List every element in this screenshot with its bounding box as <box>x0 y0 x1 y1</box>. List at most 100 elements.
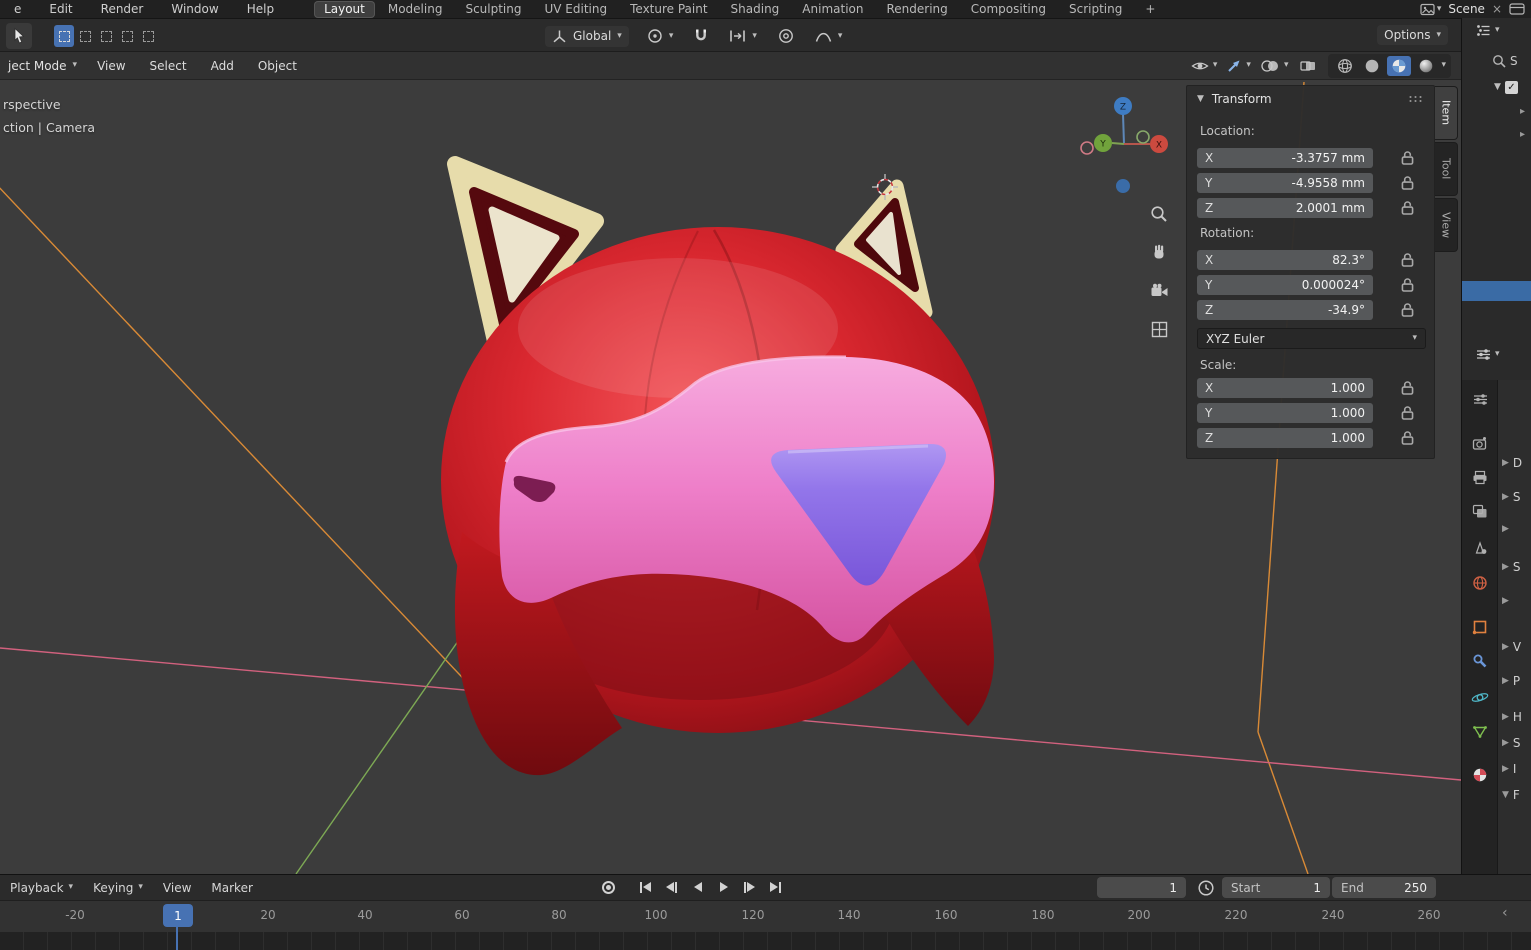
menu-render[interactable]: Render <box>87 2 158 16</box>
lock-icon[interactable] <box>1399 405 1416 421</box>
rotation-x-field[interactable]: X 82.3° <box>1197 250 1373 270</box>
outliner-collection-row[interactable]: ▼ ✓ <box>1494 81 1518 94</box>
zoom-button[interactable] <box>1146 201 1172 227</box>
menu-window[interactable]: Window <box>157 2 232 16</box>
properties-tab-scene[interactable] <box>1462 533 1498 561</box>
current-frame-field[interactable]: 1 <box>1097 877 1186 898</box>
properties-panel-row-expanded[interactable]: ▼F <box>1502 788 1520 802</box>
gizmo-x-neg-axis[interactable] <box>1081 142 1093 154</box>
playhead-frame-badge[interactable]: 1 <box>163 904 193 927</box>
select-mode-new[interactable] <box>54 25 74 47</box>
transform-panel-header[interactable]: ▼ Transform <box>1187 86 1434 112</box>
panel-grip-icon[interactable] <box>1408 95 1424 103</box>
scene-name[interactable]: Scene <box>1448 2 1485 16</box>
prev-keyframe-button[interactable] <box>660 876 683 898</box>
orthographic-toggle-button[interactable] <box>1146 316 1172 342</box>
active-tool-tweak-button[interactable] <box>6 23 32 49</box>
pan-button[interactable] <box>1146 239 1172 265</box>
properties-panel-row[interactable]: ▶S <box>1502 560 1521 574</box>
properties-tab-render[interactable] <box>1462 429 1498 457</box>
properties-panel-row[interactable]: ▶D <box>1502 456 1522 470</box>
select-mode-invert[interactable] <box>117 25 137 47</box>
properties-panel-row[interactable]: ▶P <box>1502 674 1520 688</box>
outliner-expand-icon[interactable]: ▸ <box>1520 106 1525 117</box>
rotation-z-field[interactable]: Z -34.9° <box>1197 300 1373 320</box>
scale-x-field[interactable]: X 1.000 <box>1197 378 1373 398</box>
properties-tab-physics[interactable] <box>1462 683 1498 711</box>
snapping-settings-dropdown[interactable]: ▾ <box>722 26 764 46</box>
lock-icon[interactable] <box>1399 380 1416 396</box>
location-z-field[interactable]: Z 2.0001 mm <box>1197 198 1373 218</box>
scale-y-field[interactable]: Y 1.000 <box>1197 403 1373 423</box>
workspace-tab-layout[interactable]: Layout <box>314 1 375 18</box>
menu-add[interactable]: Add <box>199 57 246 75</box>
properties-panel-row[interactable]: ▶ <box>1502 524 1513 534</box>
timeline-ruler[interactable]: -20 20 40 60 80 100 120 140 160 180 200 … <box>0 900 1531 932</box>
next-keyframe-button[interactable] <box>738 876 761 898</box>
playback-dropdown[interactable]: Playback▾ <box>0 881 83 895</box>
play-reverse-button[interactable] <box>686 876 709 898</box>
shading-material-button[interactable] <box>1387 56 1411 76</box>
editor-type-properties-button[interactable]: ▾ <box>1476 348 1500 361</box>
camera-view-button[interactable] <box>1146 278 1172 304</box>
rotation-y-field[interactable]: Y 0.000024° <box>1197 275 1373 295</box>
workspace-tab-rendering[interactable]: Rendering <box>876 1 957 18</box>
gizmo-y-neg-axis[interactable] <box>1137 131 1149 143</box>
transform-orientation-dropdown[interactable]: Global ▾ <box>545 26 629 47</box>
select-mode-subtract[interactable] <box>96 25 116 47</box>
view-layer-icon[interactable] <box>1509 3 1525 15</box>
lock-icon[interactable] <box>1399 175 1416 191</box>
workspace-tab-animation[interactable]: Animation <box>792 1 873 18</box>
shading-rendered-button[interactable] <box>1414 56 1438 76</box>
xray-toggle[interactable] <box>1297 56 1319 76</box>
menu-file[interactable]: e <box>0 2 35 16</box>
properties-tab-object[interactable] <box>1462 613 1498 641</box>
properties-tab-view-layer[interactable] <box>1462 497 1498 525</box>
properties-panel-row[interactable]: ▶ <box>1502 596 1513 606</box>
lock-icon[interactable] <box>1399 150 1416 166</box>
play-button[interactable] <box>712 876 735 898</box>
workspace-tab-shading[interactable]: Shading <box>721 1 790 18</box>
menu-select[interactable]: Select <box>138 57 199 75</box>
workspace-tab-texture-paint[interactable]: Texture Paint <box>620 1 717 18</box>
frame-start-field[interactable]: Start 1 <box>1222 877 1330 898</box>
viewport-3d[interactable]: rspective ction | Camera Z X Y <box>0 80 1461 874</box>
properties-panel-row[interactable]: ▶V <box>1502 640 1521 654</box>
scale-z-field[interactable]: Z 1.000 <box>1197 428 1373 448</box>
gizmo-z-neg-axis[interactable] <box>1116 179 1130 193</box>
lock-icon[interactable] <box>1399 252 1416 268</box>
properties-tab-output[interactable] <box>1462 463 1498 491</box>
n-panel-tab-view[interactable]: View <box>1435 198 1458 252</box>
properties-panel-row[interactable]: ▶S <box>1502 736 1521 750</box>
workspace-tab-modeling[interactable]: Modeling <box>378 1 453 18</box>
lock-icon[interactable] <box>1399 200 1416 216</box>
menu-view[interactable]: View <box>85 57 137 75</box>
timeline-scroll-strip[interactable] <box>0 932 1531 950</box>
use-preview-range-toggle[interactable] <box>1197 879 1215 897</box>
workspace-tab-sculpting[interactable]: Sculpting <box>455 1 531 18</box>
jump-to-start-button[interactable] <box>634 876 657 898</box>
snapping-toggle[interactable] <box>691 25 711 47</box>
timeline-menu-view[interactable]: View <box>153 881 201 895</box>
region-expand-icon[interactable]: ‹ <box>1502 905 1508 921</box>
timeline-menu-marker[interactable]: Marker <box>201 881 262 895</box>
shading-wireframe-button[interactable] <box>1333 56 1357 76</box>
menu-object[interactable]: Object <box>246 57 309 75</box>
pivot-point-dropdown[interactable]: ▾ <box>640 25 681 47</box>
properties-tab-world[interactable] <box>1462 569 1498 597</box>
properties-panel-row[interactable]: ▶S <box>1502 490 1521 504</box>
properties-tab-modifiers[interactable] <box>1462 647 1498 675</box>
scene-browse-icon[interactable]: ▾ <box>1420 3 1442 16</box>
location-y-field[interactable]: Y -4.9558 mm <box>1197 173 1373 193</box>
lock-icon[interactable] <box>1399 430 1416 446</box>
properties-tab-object-data[interactable] <box>1462 717 1498 745</box>
outliner-search[interactable]: S <box>1492 54 1518 68</box>
show-gizmo-dropdown[interactable]: ▾ <box>1226 58 1251 74</box>
playhead-line[interactable] <box>176 925 178 950</box>
outliner-expand-icon[interactable]: ▸ <box>1520 129 1525 140</box>
n-panel-tab-tool[interactable]: Tool <box>1435 142 1458 196</box>
properties-tab-material[interactable] <box>1462 761 1498 789</box>
n-panel-tab-item[interactable]: Item <box>1435 86 1458 140</box>
unlink-scene-icon[interactable]: × <box>1492 2 1502 16</box>
auto-keying-toggle[interactable] <box>597 876 620 898</box>
